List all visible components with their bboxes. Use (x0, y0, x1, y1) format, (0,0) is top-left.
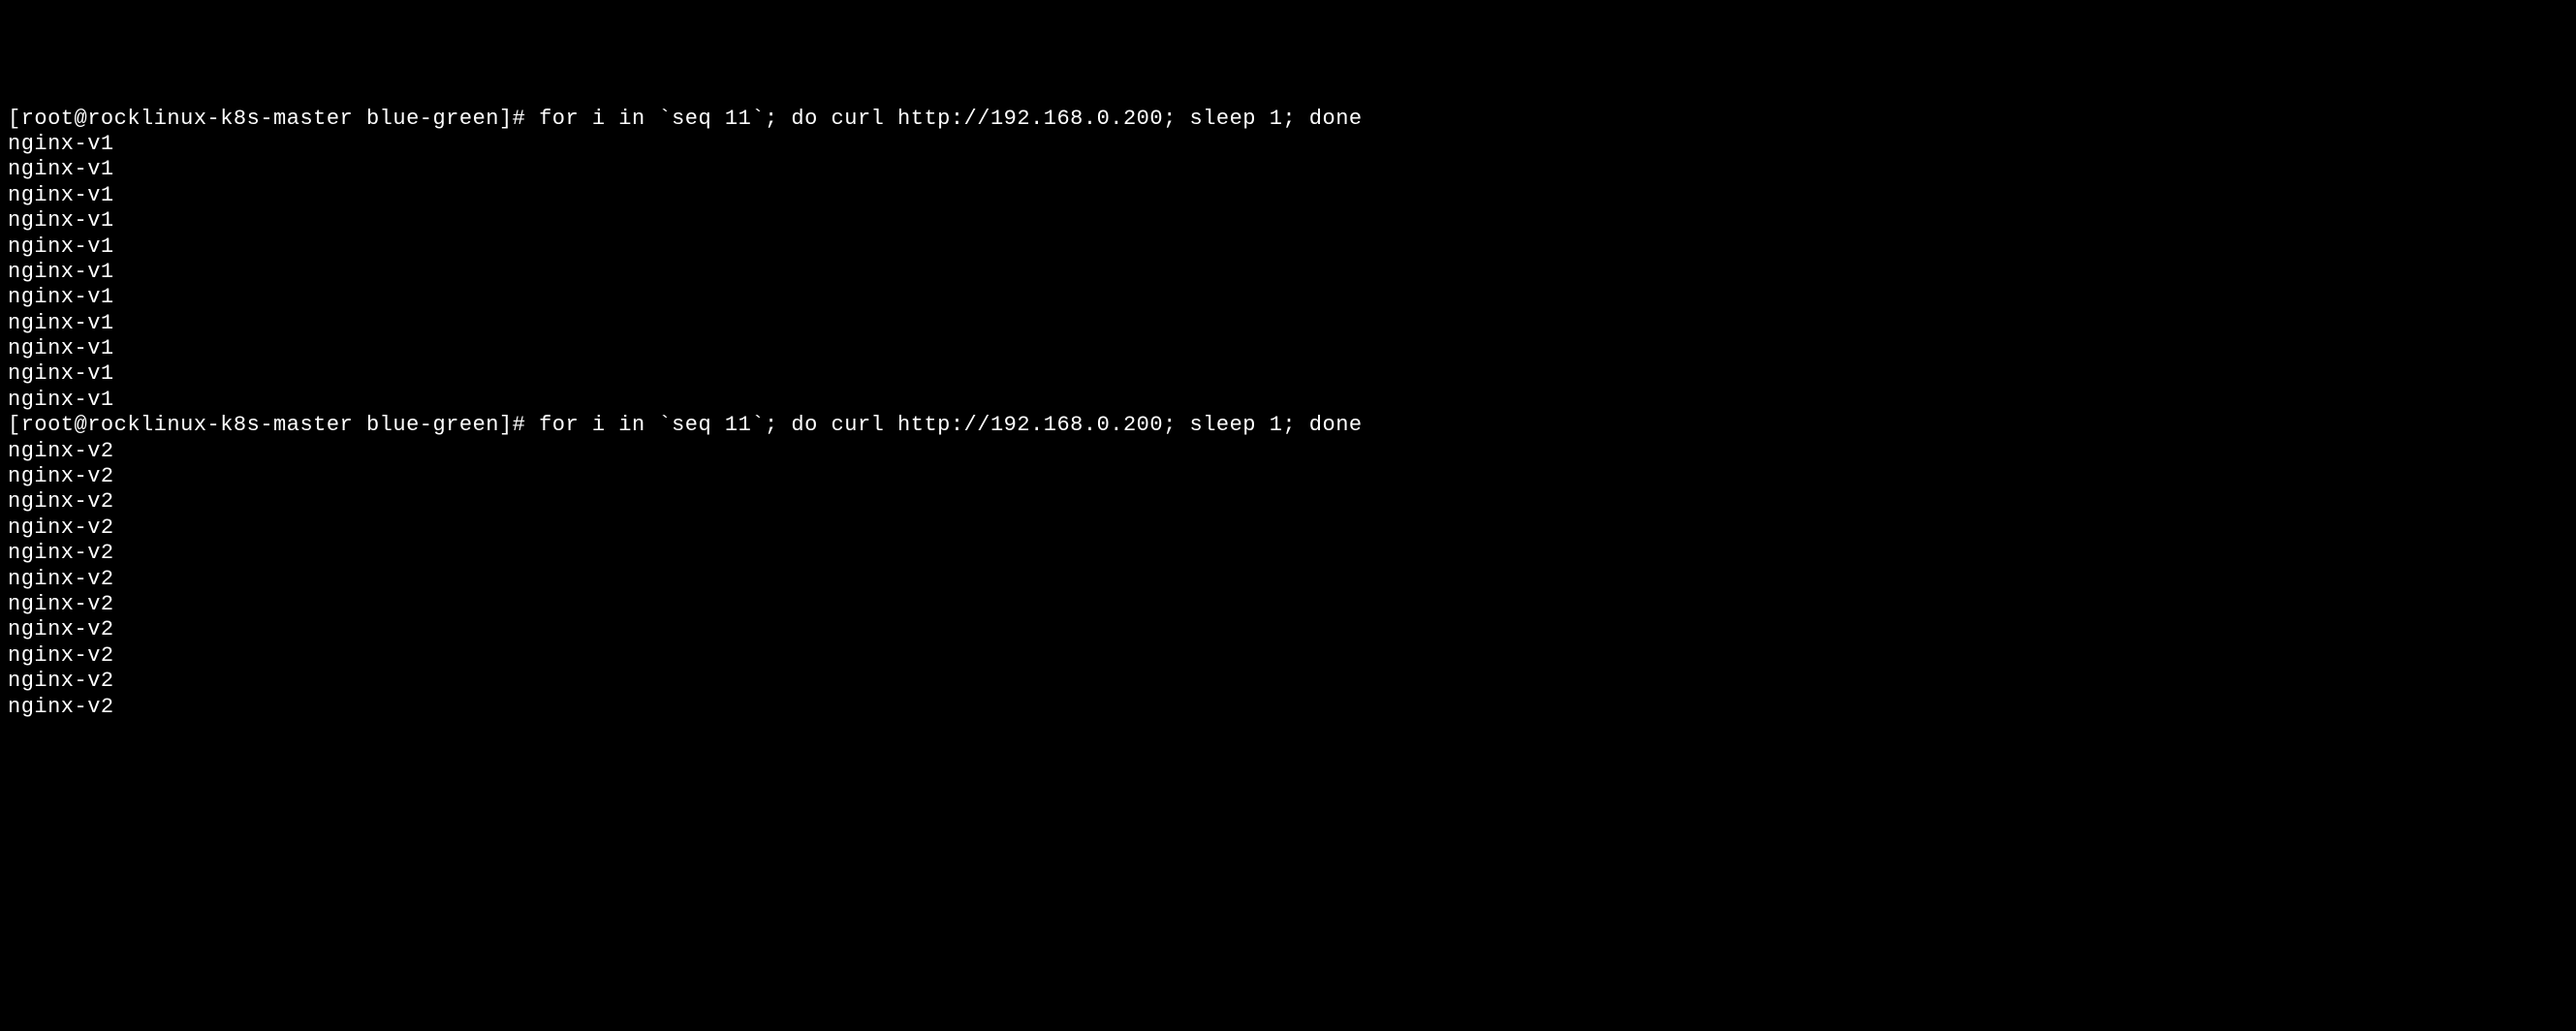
terminal-line: nginx-v2 (8, 592, 2568, 617)
terminal-line: nginx-v2 (8, 541, 2568, 566)
terminal-output[interactable]: [root@rocklinux-k8s-master blue-green]# … (8, 107, 2568, 720)
terminal-line: nginx-v1 (8, 208, 2568, 234)
terminal-line: nginx-v1 (8, 132, 2568, 157)
terminal-line: nginx-v2 (8, 516, 2568, 541)
terminal-line: [root@rocklinux-k8s-master blue-green]# … (8, 107, 2568, 132)
terminal-line: nginx-v2 (8, 617, 2568, 642)
terminal-line: nginx-v2 (8, 669, 2568, 694)
terminal-line: nginx-v2 (8, 439, 2568, 464)
terminal-line: nginx-v2 (8, 567, 2568, 592)
terminal-line: nginx-v1 (8, 311, 2568, 336)
terminal-line: nginx-v1 (8, 157, 2568, 182)
terminal-line: nginx-v1 (8, 183, 2568, 208)
terminal-line: nginx-v2 (8, 489, 2568, 515)
terminal-line: nginx-v1 (8, 285, 2568, 310)
terminal-line: nginx-v2 (8, 695, 2568, 720)
terminal-line: nginx-v2 (8, 464, 2568, 489)
terminal-line: nginx-v1 (8, 260, 2568, 285)
terminal-line: nginx-v2 (8, 643, 2568, 669)
terminal-line: nginx-v1 (8, 336, 2568, 361)
terminal-line: nginx-v1 (8, 361, 2568, 387)
terminal-line: nginx-v1 (8, 388, 2568, 413)
terminal-line: nginx-v1 (8, 234, 2568, 260)
terminal-line: [root@rocklinux-k8s-master blue-green]# … (8, 413, 2568, 438)
